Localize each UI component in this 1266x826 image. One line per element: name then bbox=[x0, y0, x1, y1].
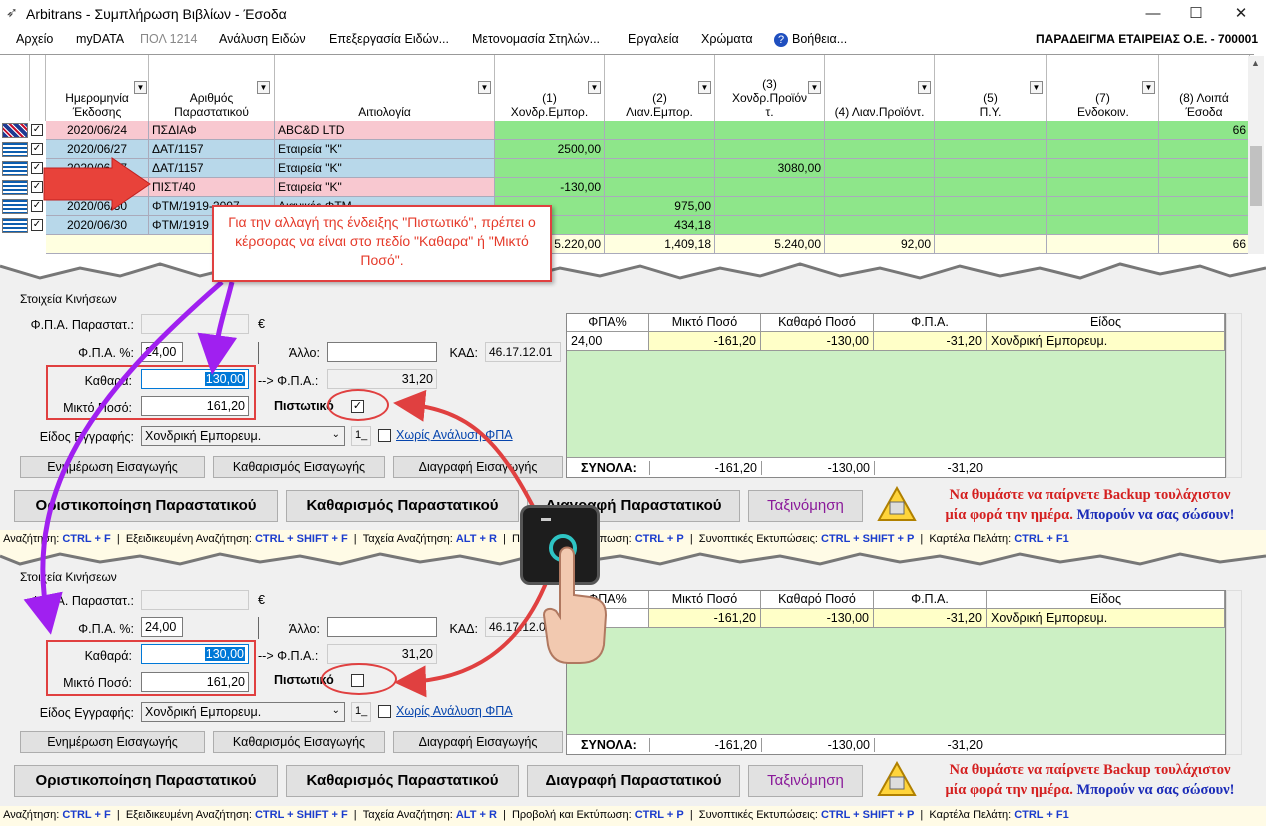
purple-arrow bbox=[197, 281, 238, 375]
instruction-callout: Για την αλλαγή της ένδειξης "Πιστωτικό",… bbox=[212, 205, 552, 282]
pointer-arrow bbox=[43, 157, 151, 211]
purple-arrow bbox=[23, 280, 224, 635]
red-arrow bbox=[394, 577, 550, 698]
hand-pointer-icon bbox=[542, 546, 608, 664]
annotation-overlay bbox=[23, 157, 550, 698]
red-arrow bbox=[393, 389, 542, 521]
